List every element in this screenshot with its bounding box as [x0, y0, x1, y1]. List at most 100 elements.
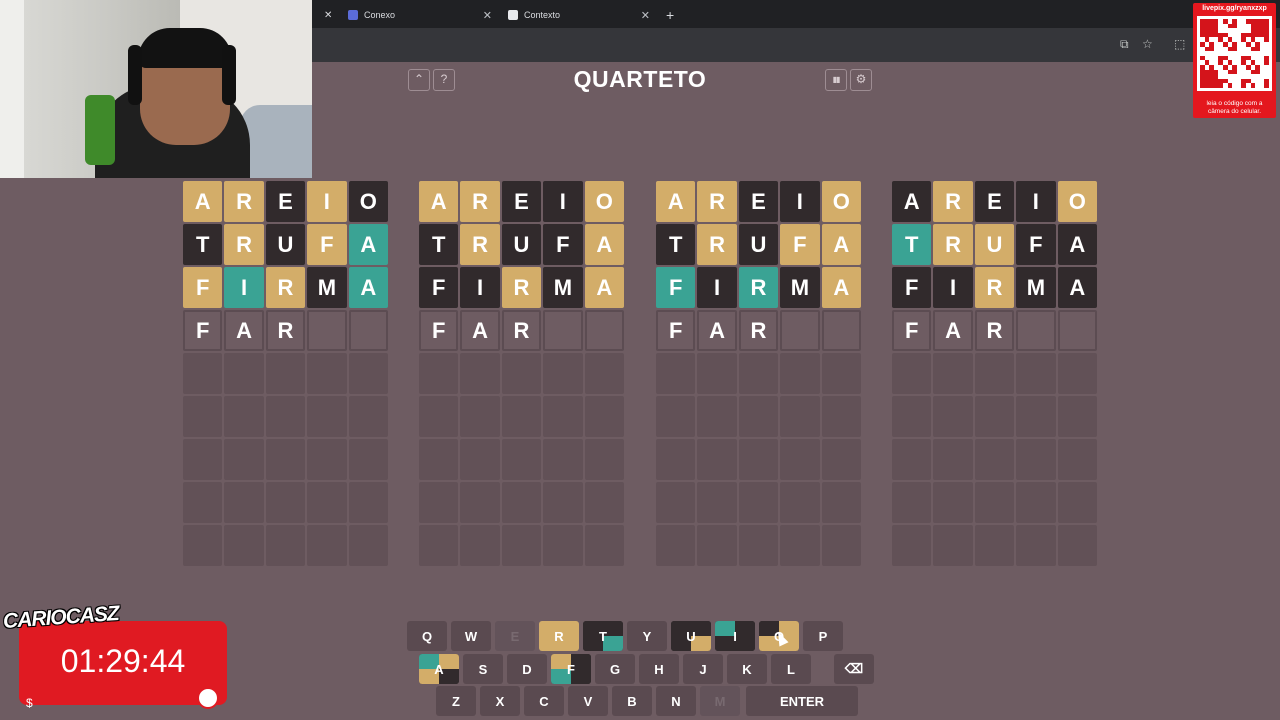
new-tab-icon[interactable]: + — [666, 4, 678, 26]
tile: R — [265, 310, 306, 351]
settings-button[interactable]: ⚙ — [850, 69, 872, 91]
key-p[interactable]: P — [803, 621, 843, 651]
key-label: B — [627, 693, 637, 709]
empty-tile — [348, 310, 388, 351]
empty-tile — [543, 310, 583, 351]
tab-contexto-label: Contexto — [524, 10, 561, 20]
key-v[interactable]: V — [568, 686, 608, 716]
empty-tile — [1057, 396, 1097, 437]
tile: R — [974, 267, 1015, 308]
key-g[interactable]: G — [595, 654, 635, 684]
board-3: AREIOTRUFAFIRMAFAR — [656, 181, 861, 568]
tile: F — [892, 267, 932, 308]
key-m[interactable]: M — [700, 686, 740, 716]
empty-tile — [933, 439, 973, 480]
tile: R — [501, 267, 542, 308]
board-row — [419, 525, 624, 566]
empty-tile — [584, 525, 624, 566]
key-t[interactable]: T — [583, 621, 623, 651]
empty-tile — [543, 439, 583, 480]
backspace-key[interactable]: ⌫ — [834, 654, 874, 684]
key-r[interactable]: R — [539, 621, 579, 651]
empty-tile — [419, 525, 459, 566]
board-row: FAR — [183, 310, 388, 351]
close-icon[interactable]: ✕ — [483, 9, 492, 22]
key-h[interactable]: H — [639, 654, 679, 684]
key-x[interactable]: X — [480, 686, 520, 716]
key-label: D — [522, 661, 532, 677]
key-f[interactable]: F — [551, 654, 591, 684]
tile: O — [584, 181, 624, 222]
tile: E — [738, 181, 779, 222]
empty-tile — [348, 439, 388, 480]
empty-tile — [780, 396, 820, 437]
enter-key[interactable]: ENTER — [746, 686, 858, 716]
empty-tile — [933, 482, 973, 523]
empty-tile — [183, 396, 223, 437]
tile: R — [697, 181, 737, 222]
tile: R — [738, 310, 779, 351]
empty-tile — [307, 310, 347, 351]
key-label: S — [478, 661, 488, 677]
key-i[interactable]: I — [715, 621, 755, 651]
key-label: Z — [452, 693, 460, 709]
key-k[interactable]: K — [727, 654, 767, 684]
key-u[interactable]: U — [671, 621, 711, 651]
help-button[interactable]: ? — [433, 69, 455, 91]
key-label: I — [733, 628, 737, 644]
tile: R — [224, 181, 264, 222]
empty-tile — [974, 396, 1015, 437]
key-d[interactable]: D — [507, 654, 547, 684]
key-c[interactable]: C — [524, 686, 564, 716]
tab-contexto[interactable]: Contexto ✕ — [508, 4, 650, 26]
board-row: FAR — [419, 310, 624, 351]
stats-button[interactable]: ▮▮ — [825, 69, 847, 91]
key-e[interactable]: E — [495, 621, 535, 651]
key-n[interactable]: N — [656, 686, 696, 716]
key-z[interactable]: Z — [436, 686, 476, 716]
install-icon[interactable]: ⧉ — [1120, 37, 1129, 51]
empty-tile — [821, 482, 861, 523]
key-q[interactable]: Q — [407, 621, 447, 651]
key-b[interactable]: B — [612, 686, 652, 716]
empty-tile — [1016, 439, 1056, 480]
key-label: ⌫ — [844, 661, 864, 676]
key-w[interactable]: W — [451, 621, 491, 651]
close-icon[interactable]: ✕ — [641, 9, 650, 22]
key-l[interactable]: L — [771, 654, 811, 684]
key-label: Y — [642, 628, 652, 644]
board-row — [183, 396, 388, 437]
key-a[interactable]: A — [419, 654, 459, 684]
tile: T — [892, 224, 932, 265]
empty-tile — [697, 439, 737, 480]
tile: M — [780, 267, 820, 308]
tile: F — [780, 224, 820, 265]
key-y[interactable]: Y — [627, 621, 667, 651]
chevron-up-button[interactable]: ⌃ — [408, 69, 430, 91]
key-j[interactable]: J — [683, 654, 723, 684]
empty-tile — [419, 482, 459, 523]
empty-tile — [501, 396, 542, 437]
tile: A — [821, 267, 861, 308]
tab-conexo[interactable]: Conexo ✕ — [348, 4, 492, 26]
star-icon[interactable]: ☆ — [1142, 37, 1153, 51]
empty-tile — [738, 525, 779, 566]
empty-tile — [933, 353, 973, 394]
extensions-icon[interactable]: ⬚ — [1174, 37, 1185, 51]
tile: M — [307, 267, 347, 308]
close-tab-icon[interactable]: ✕ — [324, 4, 334, 26]
empty-tile — [265, 353, 306, 394]
empty-tile — [584, 310, 624, 351]
empty-tile — [697, 482, 737, 523]
tab-conexo-label: Conexo — [364, 10, 396, 20]
key-label: P — [818, 628, 828, 644]
empty-tile — [738, 439, 779, 480]
empty-tile — [821, 525, 861, 566]
empty-tile — [656, 482, 696, 523]
tile: M — [1016, 267, 1056, 308]
empty-tile — [780, 310, 820, 351]
board-row — [892, 439, 1097, 480]
tile: I — [460, 267, 500, 308]
empty-tile — [584, 482, 624, 523]
key-s[interactable]: S — [463, 654, 503, 684]
